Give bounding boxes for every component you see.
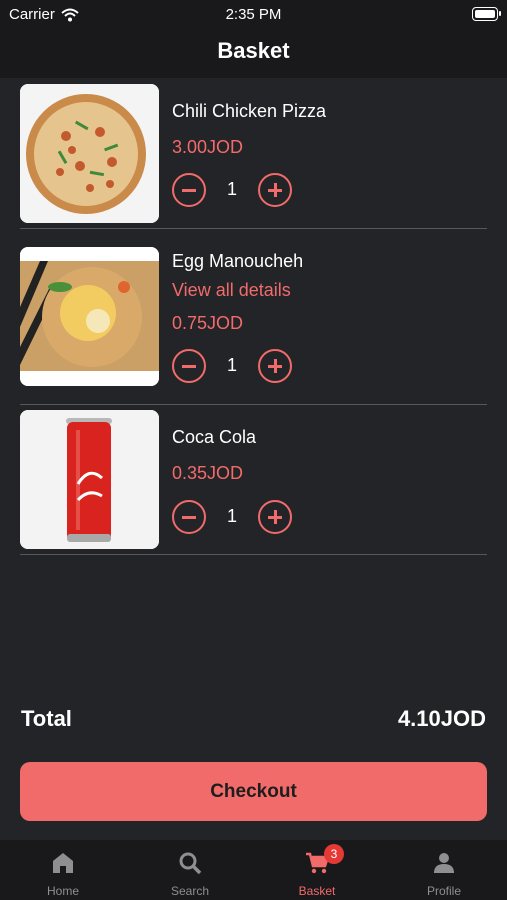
increase-button[interactable]: [258, 349, 292, 383]
status-time: 2:35 PM: [225, 6, 282, 23]
decrease-button[interactable]: [172, 500, 206, 534]
view-details-link[interactable]: View all details: [172, 280, 291, 301]
pizza-image: [20, 84, 159, 223]
quantity-stepper: 1: [172, 349, 294, 383]
basket-item-coca-cola[interactable]: Coca Cola 0.35JOD 1: [20, 405, 487, 555]
manoucheh-image: [20, 247, 159, 386]
increase-button[interactable]: [258, 173, 292, 207]
basket-item-pizza[interactable]: Chili Chicken Pizza 3.00JOD 1: [20, 84, 487, 229]
item-name: Egg Manoucheh: [172, 251, 304, 271]
decrease-button[interactable]: [172, 173, 206, 207]
tab-label: Basket: [298, 884, 336, 898]
quantity-stepper: 1: [172, 173, 294, 207]
tab-label: Search: [170, 884, 210, 898]
increase-button[interactable]: [258, 500, 292, 534]
tab-bar: Home Search 3 Basket Profile: [0, 840, 507, 900]
tab-profile[interactable]: Profile: [381, 840, 507, 900]
total-value: 4.10JOD: [397, 706, 486, 731]
cart-count-badge: 3: [324, 844, 344, 864]
item-price: 0.35JOD: [172, 463, 244, 483]
tab-home[interactable]: Home: [0, 840, 126, 900]
item-price: 3.00JOD: [172, 137, 244, 157]
basket-item-manoucheh[interactable]: Egg Manoucheh View all details 0.75JOD 1: [20, 229, 487, 405]
tab-basket[interactable]: 3 Basket: [254, 840, 380, 900]
home-icon: [53, 853, 73, 873]
coca-cola-image: [20, 410, 159, 549]
item-name: Coca Cola: [172, 427, 257, 447]
tab-search[interactable]: Search: [127, 840, 253, 900]
item-price: 0.75JOD: [172, 313, 244, 333]
item-name: Chili Chicken Pizza: [172, 101, 327, 121]
quantity-value: 1: [226, 506, 237, 526]
tab-label: Profile: [426, 884, 461, 898]
search-icon: [179, 852, 202, 875]
status-bar: Carrier 2:35 PM: [0, 0, 507, 30]
nav-header: Basket: [0, 30, 507, 78]
page-title: Basket: [217, 38, 290, 63]
total-label: Total: [21, 706, 72, 731]
profile-icon: [434, 853, 454, 873]
decrease-button[interactable]: [172, 349, 206, 383]
tab-label: Home: [46, 884, 79, 898]
battery-icon: [472, 7, 501, 21]
quantity-value: 1: [226, 179, 237, 199]
checkout-button[interactable]: Checkout: [20, 762, 487, 821]
quantity-value: 1: [226, 355, 237, 375]
quantity-stepper: 1: [172, 500, 294, 534]
